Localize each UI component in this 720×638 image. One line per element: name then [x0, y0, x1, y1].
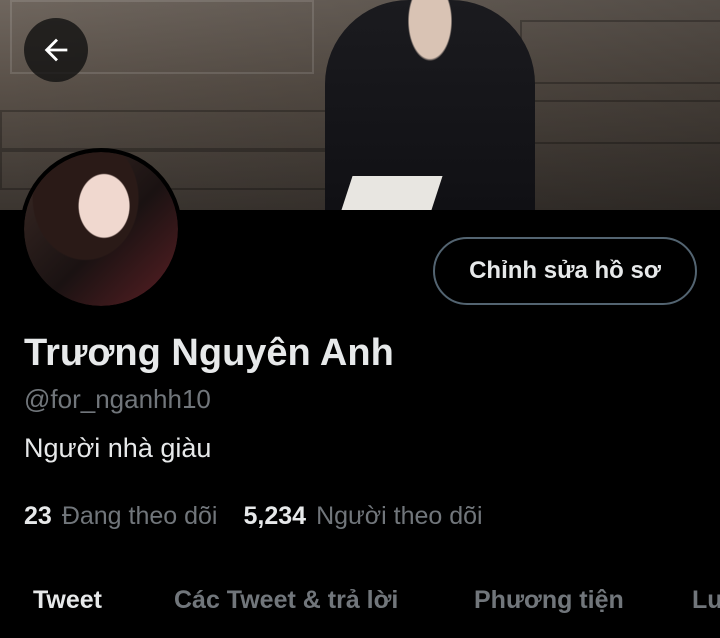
- avatar-photo: [24, 152, 178, 306]
- banner-paper: [341, 176, 443, 210]
- edit-profile-label: Chỉnh sửa hồ sơ: [469, 257, 661, 284]
- avatar[interactable]: [20, 148, 182, 310]
- tab-media[interactable]: Phương tiện: [474, 586, 624, 615]
- following-count: 23: [24, 502, 52, 530]
- display-name: Trương Nguyên Anh: [24, 332, 394, 374]
- user-bio: Người nhà giàu: [24, 433, 212, 463]
- banner-stone: [520, 20, 720, 84]
- profile-tabs: Tweet Các Tweet & trả lời Phương tiện Lu: [0, 570, 720, 638]
- back-button[interactable]: [24, 18, 88, 82]
- following-link[interactable]: 23 Đang theo dõi: [24, 502, 218, 531]
- banner-stone: [520, 100, 720, 144]
- banner-stone: [0, 110, 334, 150]
- edit-profile-button[interactable]: Chỉnh sửa hồ sơ: [433, 237, 697, 305]
- tab-tweets-replies[interactable]: Các Tweet & trả lời: [174, 586, 398, 615]
- tab-tweets[interactable]: Tweet: [33, 586, 102, 615]
- profile-stats: 23 Đang theo dõi 5,234 Người theo dõi: [24, 502, 483, 531]
- banner-person: [325, 0, 535, 210]
- followers-link[interactable]: 5,234 Người theo dõi: [244, 502, 483, 531]
- following-label: Đang theo dõi: [61, 502, 218, 530]
- followers-count: 5,234: [243, 502, 307, 530]
- arrow-left-icon: [44, 38, 68, 62]
- tab-likes[interactable]: Lu: [692, 586, 720, 615]
- followers-label: Người theo dõi: [316, 502, 483, 530]
- user-handle: @for_nganhh10: [24, 384, 211, 414]
